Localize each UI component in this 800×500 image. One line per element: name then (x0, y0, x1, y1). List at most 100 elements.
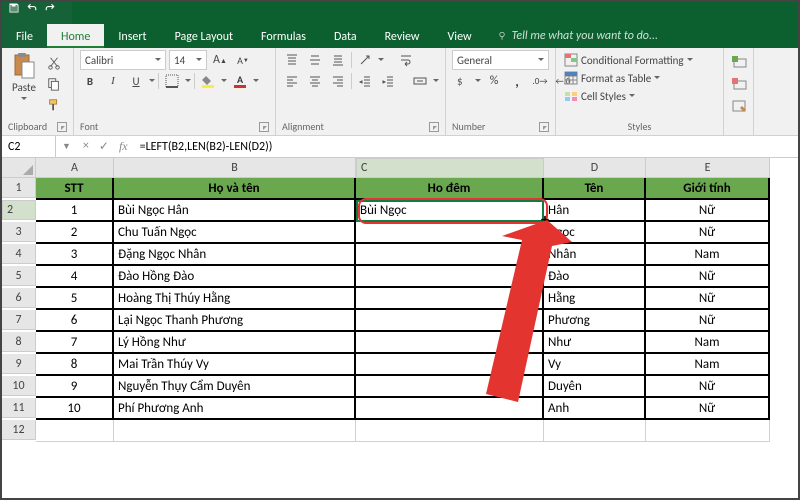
formula-input[interactable]: =LEFT(B2,LEN(B2)-LEN(D2)) (134, 140, 798, 154)
name-box[interactable]: C2 (2, 136, 56, 157)
cell[interactable] (544, 420, 646, 442)
merge-center-button[interactable] (410, 71, 430, 91)
table-header[interactable]: Giới tính (646, 178, 770, 200)
tab-insert[interactable]: Insert (104, 24, 160, 48)
cell[interactable]: Lý Hồng Như (114, 332, 356, 354)
cell[interactable]: Nữ (646, 310, 770, 332)
cell[interactable] (356, 376, 544, 398)
format-cells-icon[interactable] (730, 96, 750, 116)
cell[interactable]: Nhân (544, 244, 646, 266)
row-header[interactable]: 3 (2, 222, 36, 242)
decrease-indent-button[interactable] (355, 71, 375, 91)
enter-formula-icon[interactable]: ✓ (99, 139, 109, 154)
row-header[interactable]: 11 (2, 398, 36, 418)
cell[interactable]: Bùi Ngọc Hân (114, 200, 356, 222)
paste-button[interactable]: Paste (8, 50, 40, 105)
spreadsheet-grid[interactable]: A B C D E 1 STT Họ và tên Ho đêm Tên Giớ… (2, 158, 798, 442)
col-header-e[interactable]: E (646, 158, 770, 178)
increase-font-button[interactable]: A▲ (210, 50, 230, 70)
row-header[interactable]: 6 (2, 288, 36, 308)
cell[interactable] (356, 354, 544, 376)
cell[interactable]: 7 (36, 332, 114, 354)
cell[interactable]: Nữ (646, 200, 770, 222)
insert-cells-icon[interactable] (730, 52, 750, 72)
save-icon[interactable] (8, 2, 20, 14)
cell[interactable]: Nam (646, 244, 770, 266)
cell[interactable] (36, 420, 114, 442)
row-header[interactable]: 8 (2, 332, 36, 352)
fill-color-button[interactable] (198, 71, 218, 91)
cell[interactable]: Duyên (544, 376, 646, 398)
cell[interactable]: Nữ (646, 222, 770, 244)
cell[interactable]: 3 (36, 244, 114, 266)
cell[interactable]: 4 (36, 266, 114, 288)
clipboard-dialog-icon[interactable] (57, 122, 67, 132)
col-header-b[interactable]: B (114, 158, 356, 178)
cell[interactable]: Ngọc (544, 222, 646, 244)
font-size-select[interactable]: 14 (169, 50, 207, 70)
col-header-d[interactable]: D (544, 158, 646, 178)
namebox-caret-icon[interactable]: ▼ (56, 141, 77, 152)
align-middle-button[interactable] (305, 50, 325, 70)
table-header[interactable]: Tên (544, 178, 646, 200)
fx-icon[interactable]: fx (119, 139, 128, 154)
row-header[interactable]: 1 (2, 178, 36, 198)
alignment-dialog-icon[interactable] (429, 122, 439, 132)
cell[interactable]: 5 (36, 288, 114, 310)
cell[interactable]: Nam (646, 354, 770, 376)
cell[interactable]: 2 (36, 222, 114, 244)
number-format-select[interactable]: General (452, 50, 549, 70)
row-header[interactable]: 5 (2, 266, 36, 286)
tab-home[interactable]: Home (47, 24, 104, 48)
format-table-button[interactable]: Format as Table (562, 70, 662, 86)
table-header[interactable]: Ho đêm (356, 178, 544, 200)
cell[interactable]: Đào (544, 266, 646, 288)
cell[interactable]: Mai Trần Thúy Vy (114, 354, 356, 376)
cell[interactable]: 9 (36, 376, 114, 398)
cell[interactable] (356, 310, 544, 332)
cell[interactable]: Nữ (646, 398, 770, 420)
accounting-format-button[interactable]: $ (452, 71, 472, 91)
cell[interactable]: Hân (544, 200, 646, 222)
increase-decimal-button[interactable]: .0→ (530, 71, 550, 91)
cell[interactable]: 1 (36, 200, 114, 222)
cell[interactable]: 6 (36, 310, 114, 332)
percent-button[interactable]: % (484, 71, 504, 91)
cell[interactable]: Bùi Ngọc (356, 200, 544, 222)
cell[interactable]: Anh (544, 398, 646, 420)
redo-icon[interactable] (44, 2, 56, 14)
cell[interactable]: Phương (544, 310, 646, 332)
font-dialog-icon[interactable] (259, 122, 269, 132)
row-header[interactable]: 2 (2, 200, 36, 220)
select-all-corner[interactable] (2, 158, 36, 178)
cell[interactable]: 10 (36, 398, 114, 420)
cell[interactable]: Hằng (544, 288, 646, 310)
borders-button[interactable] (162, 71, 182, 91)
cell[interactable]: Nguyễn Thụy Cẩm Duyên (114, 376, 356, 398)
cut-button[interactable] (44, 53, 64, 73)
cell[interactable]: Hoàng Thị Thúy Hằng (114, 288, 356, 310)
tab-formulas[interactable]: Formulas (247, 24, 320, 48)
row-header[interactable]: 10 (2, 376, 36, 396)
align-top-button[interactable] (282, 50, 302, 70)
conditional-formatting-button[interactable]: Conditional Formatting (562, 52, 695, 68)
cell[interactable]: Nữ (646, 376, 770, 398)
row-header[interactable]: 9 (2, 354, 36, 374)
delete-cells-icon[interactable] (730, 74, 750, 94)
cell[interactable] (356, 222, 544, 244)
tab-data[interactable]: Data (320, 24, 371, 48)
cell[interactable]: 8 (36, 354, 114, 376)
col-header-c[interactable]: C (356, 158, 544, 178)
align-left-button[interactable] (282, 71, 302, 91)
italic-button[interactable]: I (103, 71, 123, 91)
cell[interactable]: Nam (646, 332, 770, 354)
align-right-button[interactable] (328, 71, 348, 91)
cell[interactable]: Vy (544, 354, 646, 376)
cell[interactable]: Nữ (646, 266, 770, 288)
cell[interactable] (356, 332, 544, 354)
underline-button[interactable]: U (126, 71, 146, 91)
cell[interactable]: Đặng Ngọc Nhân (114, 244, 356, 266)
tab-file[interactable]: File (2, 24, 47, 48)
number-dialog-icon[interactable] (539, 122, 549, 132)
bold-button[interactable]: B (80, 71, 100, 91)
